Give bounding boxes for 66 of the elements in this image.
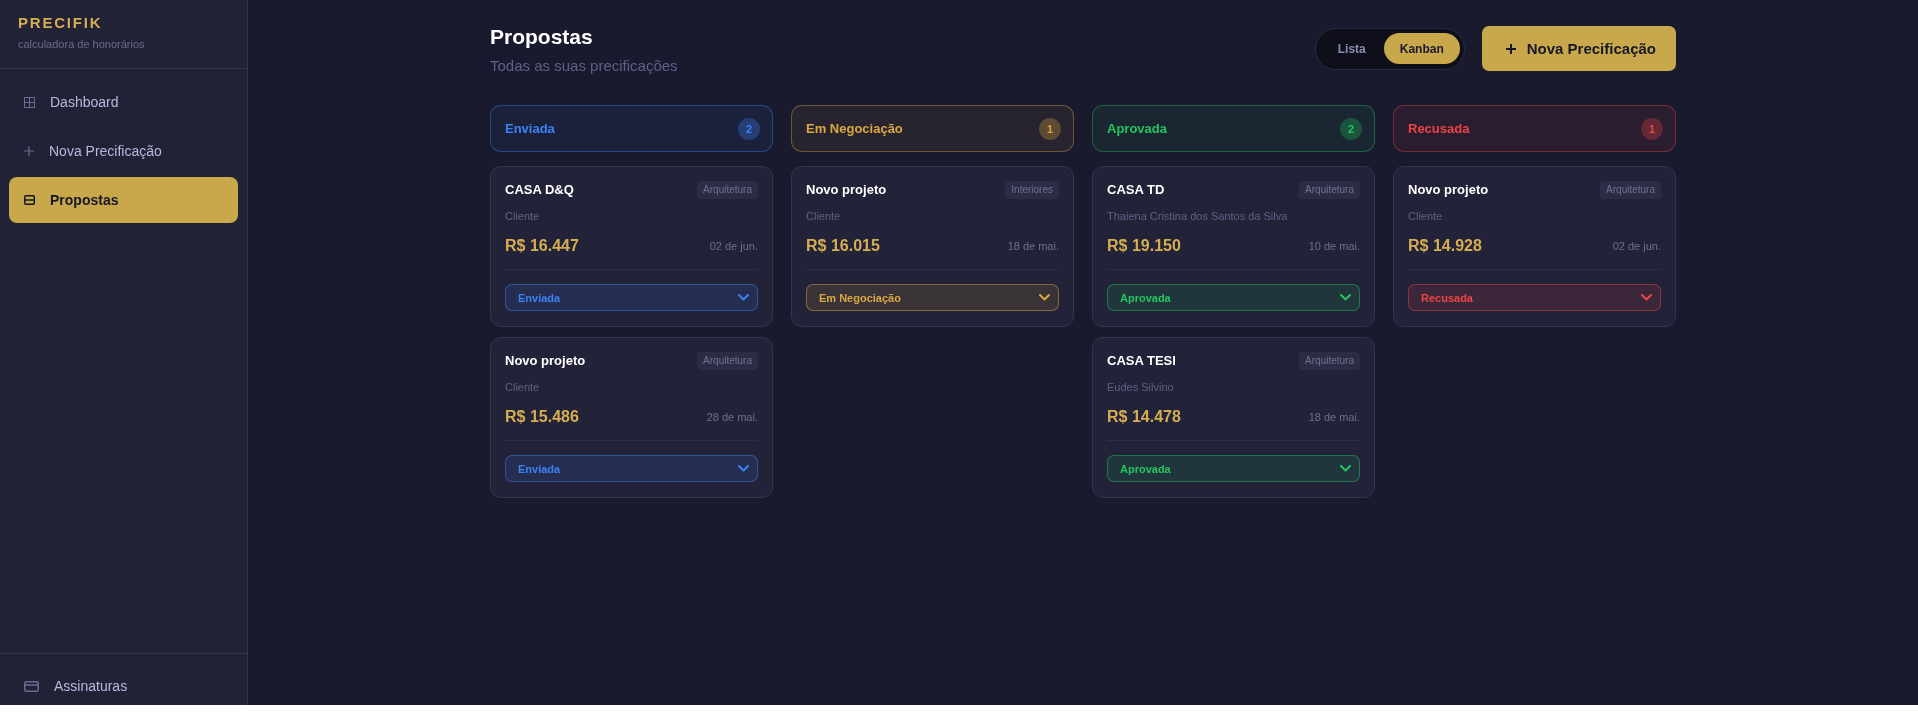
client-name: Thaiena Cristina dos Santos da Silva bbox=[1107, 209, 1288, 224]
count-badge: 2 bbox=[1340, 117, 1362, 140]
price-value: R$ 14.928 bbox=[1408, 236, 1482, 256]
status-dropdown[interactable]: Recusada bbox=[1408, 284, 1661, 311]
column-title: Recusada bbox=[1408, 119, 1470, 138]
card-date: 18 de mai. bbox=[1308, 410, 1360, 425]
category-tag: Arquitetura bbox=[1600, 181, 1661, 199]
status-dropdown[interactable]: Aprovada bbox=[1107, 284, 1360, 311]
app-logo: PRECIFIK bbox=[18, 13, 103, 33]
price-value: R$ 16.015 bbox=[806, 236, 880, 256]
card-title: CASA TD bbox=[1107, 181, 1165, 199]
plus-icon bbox=[1505, 43, 1516, 54]
grid-icon bbox=[24, 96, 35, 108]
category-tag: Arquitetura bbox=[697, 181, 758, 199]
client-name: Eudes Silvino bbox=[1107, 380, 1174, 395]
app-tagline: calculadora de honorários bbox=[18, 37, 145, 51]
category-tag: Arquitetura bbox=[697, 352, 758, 370]
chevron-down-icon bbox=[1340, 465, 1351, 472]
card-title: Novo projeto bbox=[806, 181, 887, 199]
client-name: Cliente bbox=[505, 209, 540, 224]
price-value: R$ 16.447 bbox=[505, 236, 579, 256]
column-title: Enviada bbox=[505, 119, 555, 138]
view-toggle-option[interactable]: Kanban bbox=[1383, 33, 1460, 64]
column-title: Aprovada bbox=[1107, 119, 1167, 138]
status-dropdown[interactable]: Enviada bbox=[505, 284, 758, 311]
card-date: 10 de mai. bbox=[1308, 239, 1360, 254]
client-name: Cliente bbox=[505, 380, 540, 395]
price-value: R$ 15.486 bbox=[505, 407, 579, 427]
chevron-down-icon bbox=[1340, 294, 1351, 301]
column-title: Em Negociação bbox=[806, 119, 903, 138]
card-title: Novo projeto bbox=[505, 352, 586, 370]
nav-item[interactable]: Propostas bbox=[9, 177, 238, 223]
chevron-down-icon bbox=[738, 465, 749, 472]
category-tag: Arquitetura bbox=[1299, 181, 1360, 199]
card-title: CASA D&Q bbox=[505, 181, 574, 199]
count-badge: 1 bbox=[1641, 117, 1663, 140]
card-title: Novo projeto bbox=[1408, 181, 1489, 199]
nav-item[interactable]: Nova Precificação bbox=[9, 128, 238, 174]
price-value: R$ 19.150 bbox=[1107, 236, 1181, 256]
status-dropdown[interactable]: Enviada bbox=[505, 455, 758, 482]
chevron-down-icon bbox=[738, 294, 749, 301]
count-badge: 1 bbox=[1039, 117, 1061, 140]
credit-card-icon bbox=[24, 680, 39, 692]
card-date: 02 de jun. bbox=[709, 239, 758, 254]
status-dropdown[interactable]: Aprovada bbox=[1107, 455, 1360, 482]
card-date: 28 de mai. bbox=[706, 410, 758, 425]
view-toggle-option[interactable]: Lista bbox=[1319, 33, 1384, 64]
card-date: 18 de mai. bbox=[1007, 239, 1059, 254]
squared-minus-icon bbox=[24, 195, 35, 205]
count-badge: 2 bbox=[738, 117, 760, 140]
chevron-down-icon bbox=[1039, 294, 1050, 301]
card-title: CASA TESI bbox=[1107, 352, 1176, 370]
new-pricing-button[interactable]: Nova Precificação bbox=[1481, 26, 1676, 71]
price-value: R$ 14.478 bbox=[1107, 407, 1181, 427]
category-tag: Arquitetura bbox=[1299, 352, 1360, 370]
page-title: Propostas bbox=[490, 24, 593, 50]
nav-item[interactable]: Assinaturas bbox=[9, 672, 238, 700]
page-subtitle: Todas as suas precificações bbox=[490, 56, 678, 76]
chevron-down-icon bbox=[1641, 294, 1652, 301]
nav-item[interactable]: Dashboard bbox=[9, 79, 238, 125]
client-name: Cliente bbox=[806, 209, 841, 224]
category-tag: Interiores bbox=[1005, 181, 1059, 199]
client-name: Cliente bbox=[1408, 209, 1443, 224]
plus-icon bbox=[24, 146, 34, 156]
status-dropdown[interactable]: Em Negociação bbox=[806, 284, 1059, 311]
card-date: 02 de jun. bbox=[1612, 239, 1661, 254]
